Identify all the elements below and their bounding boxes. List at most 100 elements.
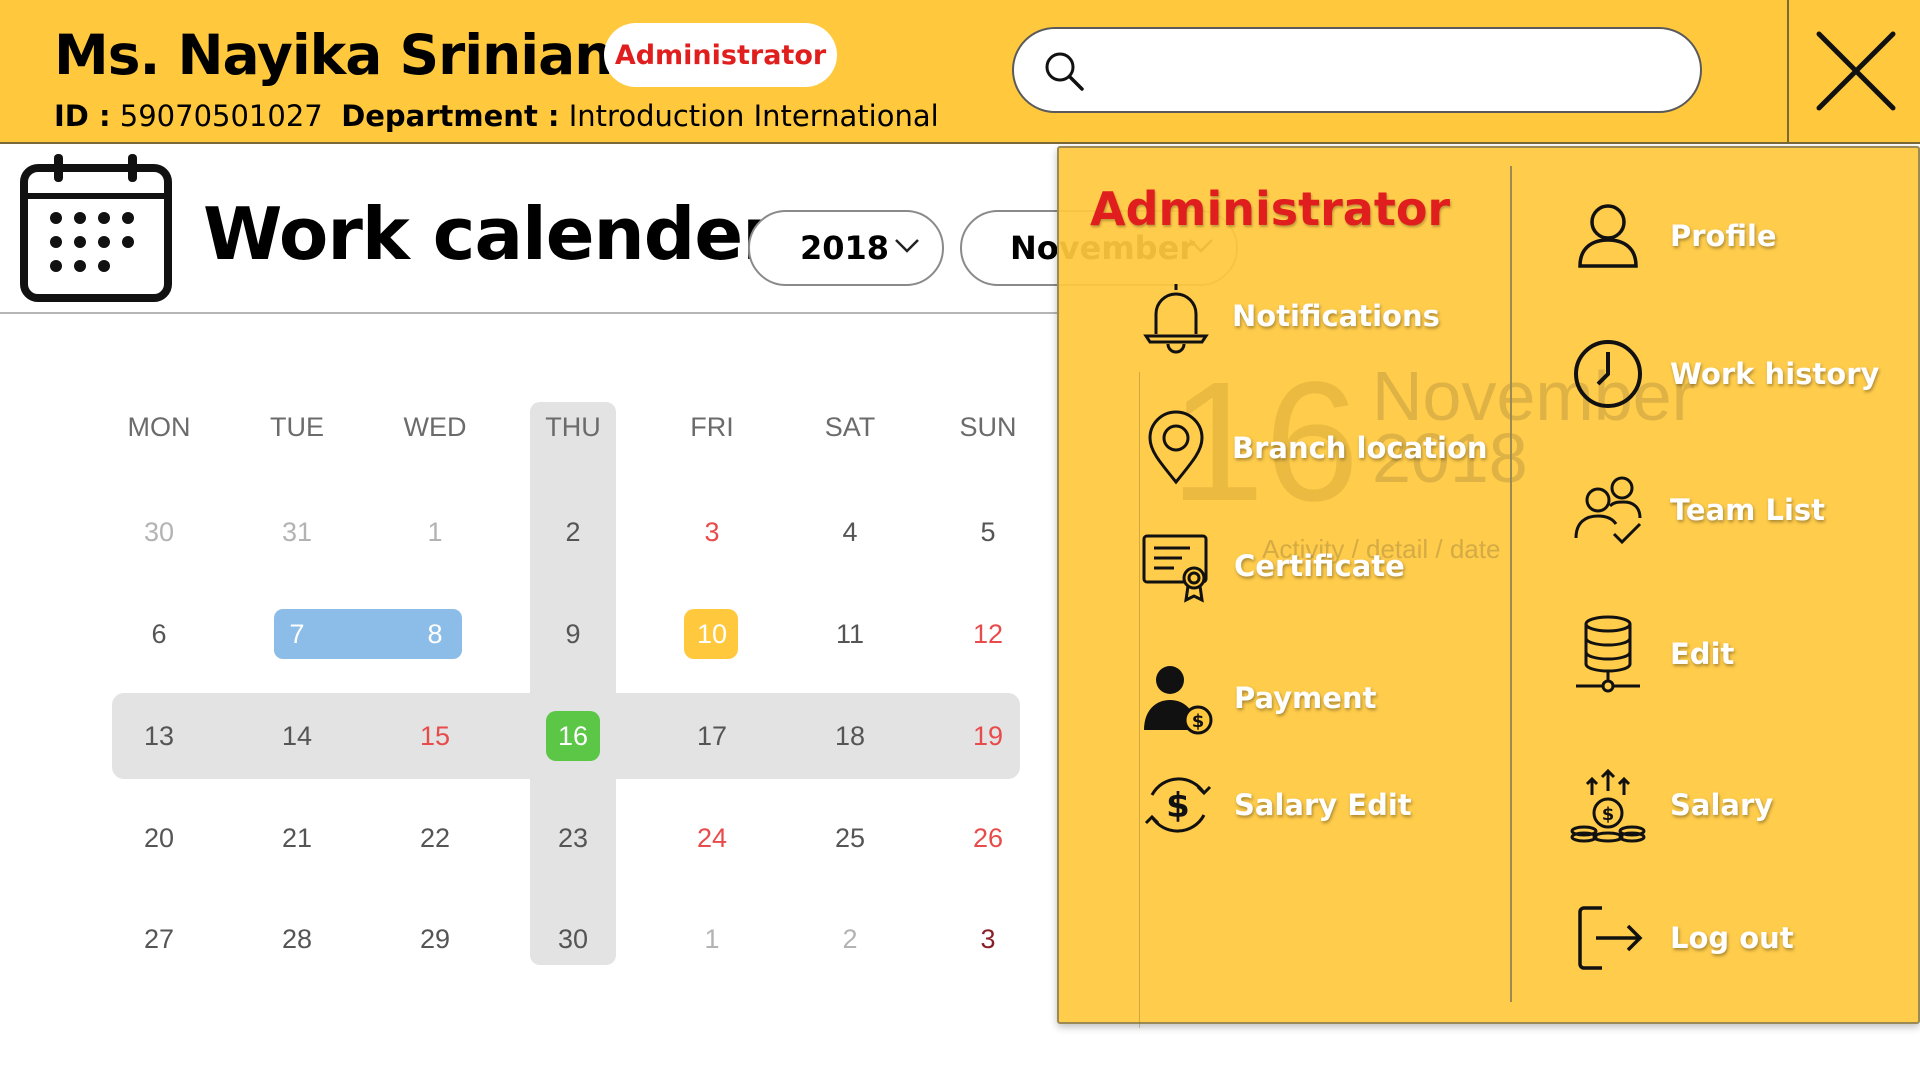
calendar-day[interactable]: 5 [928,517,1048,548]
day-header-sun: SUN [959,412,1017,442]
year-select[interactable]: 2018 [748,210,944,286]
menu-label-branch-location: Branch location [1232,431,1488,465]
calendar-day[interactable]: 15 [375,721,495,752]
location-pin-icon [1136,408,1216,488]
user-info-line: ID : 59070501027 Department : Introducti… [54,96,939,136]
calendar-day[interactable]: 25 [790,823,910,854]
menu-label-payment: Payment [1234,681,1377,715]
calendar-day[interactable]: 3 [928,924,1048,955]
money-growth-icon: $ [1568,765,1648,845]
calendar-day[interactable]: 4 [790,517,910,548]
calendar-day[interactable]: 9 [513,619,633,650]
menu-item-salary-edit[interactable]: $ Salary Edit [1138,765,1412,845]
calendar-day[interactable]: 8 [375,619,495,650]
close-icon[interactable] [1815,30,1897,112]
close-menu-button[interactable] [1787,0,1920,144]
person-dollar-icon: $ [1138,658,1218,738]
role-badge: Administrator [604,23,837,87]
certificate-icon [1138,526,1218,606]
menu-label-edit: Edit [1670,637,1735,671]
menu-label-salary: Salary [1670,788,1774,822]
calendar-day[interactable]: 24 [652,823,772,854]
calendar-day[interactable]: 18 [790,721,910,752]
menu-label-notifications: Notifications [1232,299,1440,333]
calendar-day[interactable]: 30 [513,924,633,955]
menu-item-salary[interactable]: $ Salary [1568,765,1773,845]
menu-label-certificate: Certificate [1234,549,1405,583]
user-icon [1568,196,1648,276]
id-value: 59070501027 [119,99,323,133]
logout-icon [1568,898,1648,978]
calendar-day[interactable]: 17 [652,721,772,752]
calendar-day[interactable]: 21 [237,823,357,854]
calendar-day[interactable]: 1 [652,924,772,955]
svg-text:$: $ [1602,804,1615,825]
clock-icon [1568,334,1648,414]
svg-text:$: $ [1192,711,1205,732]
calendar-day[interactable]: 7 [237,619,357,650]
menu-item-notifications[interactable]: Notifications [1136,276,1440,356]
calendar-day[interactable]: 20 [99,823,219,854]
calendar-day[interactable]: 27 [99,924,219,955]
svg-text:$: $ [1166,786,1190,826]
menu-item-payment[interactable]: $ Payment [1138,658,1376,738]
department-value: Introduction International [568,99,939,133]
year-select-value: 2018 [800,229,890,267]
calendar-day[interactable]: 2 [513,517,633,548]
menu-item-edit[interactable]: Edit [1568,614,1734,694]
menu-item-log-out[interactable]: Log out [1568,898,1794,978]
menu-item-team-list[interactable]: Team List [1568,470,1825,550]
header-bar: Ms. Nayika Srinian Administrator ID : 59… [0,0,1920,144]
menu-item-branch-location[interactable]: Branch location [1136,408,1488,488]
calendar-day[interactable]: 6 [99,619,219,650]
panel-column-divider [1510,166,1512,1002]
team-check-icon [1568,470,1648,550]
calendar-day[interactable]: 29 [375,924,495,955]
dollar-cycle-icon: $ [1138,765,1218,845]
department-label: Department : [341,99,560,133]
calendar-day[interactable]: 11 [790,619,910,650]
calendar-day[interactable]: 28 [237,924,357,955]
database-icon [1568,614,1648,694]
search-icon[interactable] [1042,49,1086,93]
calendar-day-today[interactable]: 16 [513,721,633,752]
search-input[interactable] [1104,43,1674,99]
calendar-day[interactable]: 2 [790,924,910,955]
id-label: ID : [54,99,111,133]
chevron-down-icon [895,239,919,253]
menu-item-profile[interactable]: Profile [1568,196,1777,276]
day-header-mon: MON [127,412,191,442]
menu-item-work-history[interactable]: Work history [1568,334,1879,414]
title-divider [0,312,1060,314]
calendar-day[interactable]: 22 [375,823,495,854]
search-bar[interactable] [1012,27,1702,113]
menu-item-certificate[interactable]: Certificate [1138,526,1405,606]
calendar-day[interactable]: 23 [513,823,633,854]
calendar-day[interactable]: 26 [928,823,1048,854]
calendar-day[interactable]: 19 [928,721,1048,752]
current-weekday-column [530,402,616,965]
menu-title: Administrator [1090,182,1451,236]
calendar-day[interactable]: 13 [99,721,219,752]
calendar-day[interactable]: 3 [652,517,772,548]
menu-label-profile: Profile [1670,219,1777,253]
menu-label-log-out: Log out [1670,921,1794,955]
calendar-day[interactable]: 31 [237,517,357,548]
calendar-icon [20,154,172,302]
menu-label-work-history: Work history [1670,357,1880,391]
menu-label-salary-edit: Salary Edit [1234,788,1412,822]
calendar-day[interactable]: 10 [652,619,772,650]
calendar-day[interactable]: 12 [928,619,1048,650]
day-header-fri: FRI [690,412,734,442]
day-header-tue: TUE [270,412,324,442]
menu-label-team-list: Team List [1670,493,1826,527]
day-header-sat: SAT [824,412,876,442]
calendar-day[interactable]: 1 [375,517,495,548]
day-header-wed: WED [403,412,467,442]
day-header-thu: THU [545,412,601,442]
calendar-day[interactable]: 14 [237,721,357,752]
page-title: Work calender [203,192,778,276]
bell-icon [1136,276,1216,356]
calendar-day[interactable]: 30 [99,517,219,548]
user-name: Ms. Nayika Srinian [54,23,613,87]
